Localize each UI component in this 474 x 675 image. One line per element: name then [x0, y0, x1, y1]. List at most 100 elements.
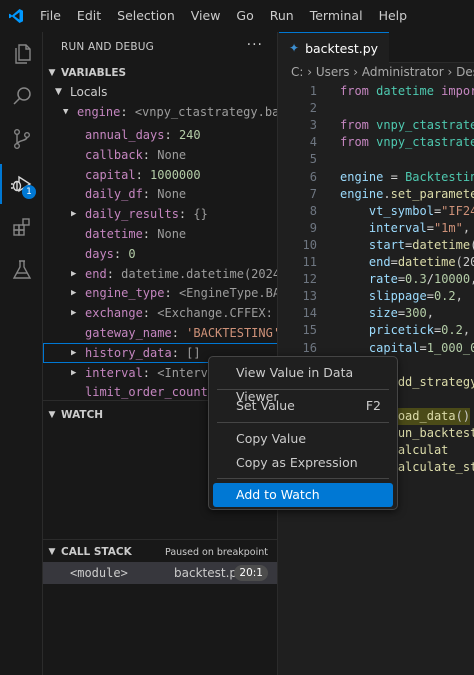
line-number: 15 — [302, 323, 317, 338]
code-line[interactable]: 15 pricetick=0.2, — [279, 322, 474, 339]
code-line[interactable]: 7 engine.set_parameter — [279, 186, 474, 203]
code-line[interactable]: 6 engine = Backtesting — [279, 169, 474, 186]
chevron-right-icon[interactable]: ▶ — [71, 264, 76, 284]
tab-label: backtest.py — [305, 40, 379, 56]
menu-edit[interactable]: Edit — [69, 0, 109, 32]
line-number: 13 — [302, 289, 317, 304]
variable-annual-days[interactable]: annual_days: 240 — [43, 125, 277, 145]
code-line[interactable]: 5 — [279, 151, 474, 168]
variable-value: <Exchange.CFFEX: 'C… — [157, 306, 277, 321]
locals-scope[interactable]: ▼ Locals — [43, 82, 277, 102]
variable-value: <vnpy_ctastrategy.back… — [134, 105, 278, 119]
watch-header-label: WATCH — [61, 409, 104, 421]
code-line[interactable]: 2 — [279, 100, 474, 117]
context-menu: View Value in Data Viewer Set Value F2 Copy… — [208, 356, 398, 510]
variable-daily-results[interactable]: ▶ daily_results: {} — [43, 204, 277, 224]
menu-go[interactable]: Go — [228, 0, 261, 32]
variable-gateway-name[interactable]: gateway_name: 'BACKTESTING' — [43, 323, 278, 343]
menu-file[interactable]: File — [32, 0, 69, 32]
breadcrumb[interactable]: C: › Users › Administrator › Deskt — [291, 65, 474, 79]
variable-value: [] — [186, 345, 201, 360]
code-text: interval="1m", — [368, 220, 471, 235]
chevron-down-icon: ▼ — [55, 87, 62, 97]
variable-name: limit_order_count — [85, 385, 208, 400]
variable-engine[interactable]: ▼ engine: <vnpy_ctastrategy.back… — [43, 102, 278, 122]
sidebar-title: RUN AND DEBUG — [61, 41, 154, 53]
menu-item-label: Copy Value — [236, 431, 307, 446]
callstack-frame[interactable]: <module> backtest.py 20:1 — [43, 562, 277, 584]
menu-selection[interactable]: Selection — [109, 0, 183, 32]
code-text: pricetick=0.2, — [368, 323, 471, 338]
variables-header-label: VARIABLES — [61, 67, 127, 79]
testing-icon[interactable] — [0, 250, 43, 290]
menu-view[interactable]: View — [183, 0, 229, 32]
run-debug-icon[interactable]: 1 — [0, 164, 43, 204]
variable-name: annual_days — [85, 128, 165, 142]
variable-datetime[interactable]: datetime: None — [43, 224, 277, 244]
variable-value: 'BACKTESTING' — [186, 326, 278, 340]
variable-value: datetime.datetime(2024, … — [121, 266, 278, 281]
variable-name: engine — [77, 105, 121, 119]
keyboard-shortcut: F2 — [365, 398, 381, 413]
code-line[interactable]: 10 start=datetime(2 — [279, 237, 474, 254]
chevron-right-icon[interactable]: ▶ — [71, 283, 76, 303]
context-menu-item-copy-value[interactable]: Copy Value — [213, 427, 393, 451]
menu-run[interactable]: Run — [262, 0, 302, 32]
code-line[interactable]: 12 rate=0.3/10000, — [279, 271, 474, 288]
variable-capital[interactable]: capital: 1000000 — [43, 165, 277, 185]
variable-value: None — [157, 227, 187, 241]
variable-engine-type[interactable]: ▶engine_type: <EngineType.BACK… — [43, 283, 277, 303]
code-line[interactable]: 14 size=300, — [279, 305, 474, 322]
chevron-right-icon[interactable]: ▶ — [71, 363, 76, 383]
variable-name: datetime — [85, 227, 143, 241]
run-and-debug-sidebar: RUN AND DEBUG ··· ▼ VARIABLES ▼ Locals ▼… — [43, 32, 278, 675]
context-menu-item-set-value[interactable]: Set Value F2 — [213, 394, 393, 418]
code-line[interactable]: 16 capital=1_000_00 — [279, 340, 474, 357]
callstack-section-header[interactable]: ▼ CALL STACK Paused on breakpoint — [43, 541, 277, 563]
extensions-icon[interactable] — [0, 207, 43, 247]
menu-terminal[interactable]: Terminal — [302, 0, 371, 32]
menu-separator — [217, 478, 389, 479]
variable-value: <EngineType.BACK… — [178, 286, 277, 301]
chevron-right-icon[interactable]: ▶ — [71, 343, 76, 363]
code-line[interactable]: 1 from datetime import — [279, 83, 474, 100]
variable-exchange[interactable]: ▶exchange: <Exchange.CFFEX: 'C… — [43, 303, 277, 323]
context-menu-item-add-to-watch[interactable]: Add to Watch — [213, 483, 393, 507]
debug-badge: 1 — [22, 185, 36, 199]
chevron-right-icon[interactable]: ▶ — [71, 204, 76, 224]
code-text: rate=0.3/10000, — [368, 272, 474, 287]
code-line[interactable]: 9 interval="1m", — [279, 220, 474, 237]
line-number: 1 — [309, 84, 317, 98]
code-text: from vnpy_ctastrateg — [340, 135, 474, 150]
menu-help[interactable]: Help — [371, 0, 416, 32]
paused-status: Paused on breakpoint — [165, 546, 268, 558]
source-control-icon[interactable] — [0, 119, 43, 159]
menu-item-label: Set Value — [236, 398, 295, 413]
code-text: capital=1_000_00 — [368, 340, 474, 355]
context-menu-item-copy-as-expression[interactable]: Copy as Expression — [213, 451, 393, 475]
code-line[interactable]: 3 from vnpy_ctastrateg — [279, 117, 474, 134]
search-icon[interactable] — [0, 76, 43, 116]
vscode-logo-icon — [0, 0, 32, 32]
code-line[interactable]: 8 vt_symbol="IF240 — [279, 203, 474, 220]
more-actions-icon[interactable]: ··· — [247, 37, 263, 53]
code-text: from datetime import — [340, 84, 474, 98]
code-line[interactable]: 13 slippage=0.2, — [279, 288, 474, 305]
code-line[interactable]: 11 end=datetime(202 — [279, 254, 474, 271]
context-menu-item-view-value-in-data-viewer[interactable]: View Value in Data Viewer — [213, 361, 393, 404]
variable-end[interactable]: ▶end: datetime.datetime(2024, … — [43, 264, 278, 284]
line-number: 11 — [302, 255, 317, 269]
chevron-right-icon[interactable]: ▶ — [71, 303, 76, 323]
code-text: start=datetime(2 — [368, 237, 474, 252]
variables-section-header[interactable]: ▼ VARIABLES — [43, 62, 277, 84]
variable-callback[interactable]: callback: None — [43, 145, 277, 165]
python-file-icon: ✦ — [289, 41, 300, 55]
explorer-icon[interactable] — [0, 34, 43, 74]
variable-days[interactable]: days: 0 — [43, 244, 277, 264]
tab-backtest-py[interactable]: ✦ backtest.py — [279, 32, 389, 63]
code-text: size=300, — [368, 306, 434, 321]
code-line[interactable]: 4 from vnpy_ctastrateg — [279, 134, 474, 151]
variable-name: interval — [85, 365, 143, 380]
variable-daily-df[interactable]: daily_df: None — [43, 184, 277, 204]
activity-bar: 1 — [0, 32, 43, 675]
